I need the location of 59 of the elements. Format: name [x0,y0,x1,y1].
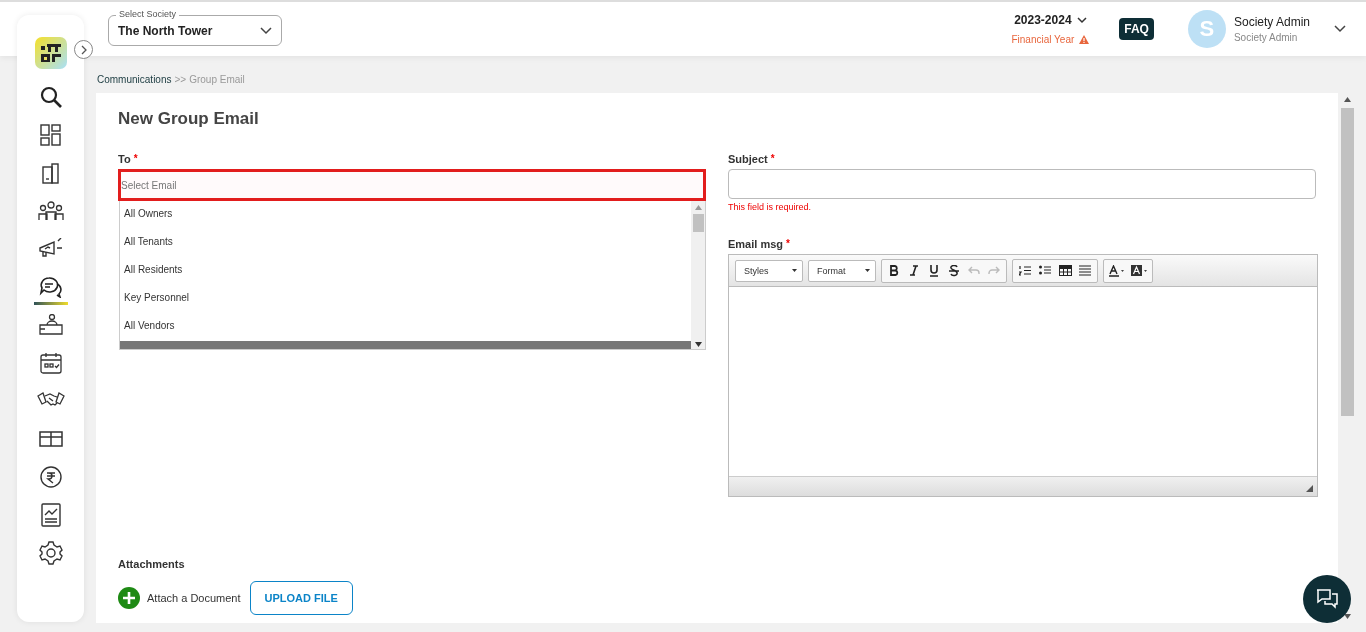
field-label: Email msg [728,238,784,250]
settings-icon [38,540,63,565]
required-mark: * [786,238,790,250]
building-icon [41,161,60,184]
email-select-field[interactable]: Select Email [118,169,706,201]
user-name: Society Admin [1233,15,1310,29]
year-select[interactable]: 2023-2024 [1014,13,1072,27]
scroll-down-icon[interactable] [694,342,702,347]
expand-sidebar-button[interactable] [74,40,93,59]
subject-field[interactable] [728,169,1316,199]
faq-button[interactable]: FAQ [1119,18,1154,40]
email-option[interactable]: Key Personnel [120,285,691,313]
field-label: To [118,153,131,165]
scrollbar-thumb[interactable] [692,214,704,232]
society-select-label: Select Society [116,9,180,20]
financial-year-label: Financial Year [1011,34,1075,45]
chevron-down-icon [260,27,272,35]
error-message: This field is required. [728,202,813,212]
attach-document-link[interactable]: Attach a Document [147,592,241,604]
megaphone-icon [37,237,64,260]
scrollbar[interactable] [691,201,705,349]
email-option[interactable]: All Tenants [120,229,691,257]
add-icon[interactable] [118,587,140,609]
email-option[interactable]: All Owners [120,201,691,229]
chevron-down-icon [1076,16,1087,24]
app-logo[interactable] [34,37,67,69]
reception-icon [37,313,64,336]
scroll-down-icon[interactable] [1343,614,1351,619]
format-dropdown[interactable]: Format [808,259,876,282]
scroll-up-icon[interactable] [1343,97,1351,102]
dashboard-icon [39,123,62,146]
caret-icon [792,269,797,272]
user-role: Society Admin [1233,32,1299,43]
chevron-right-icon [79,44,88,55]
chat-icon [38,275,63,298]
field-label: Subject [728,153,768,165]
scrollbar-thumb[interactable] [1340,108,1354,416]
email-option[interactable]: All Vendors [120,313,691,341]
chat-icon [1315,588,1339,610]
email-option[interactable]: All Residents [120,257,691,285]
section-label: Attachments [118,558,186,570]
people-icon [37,200,64,221]
caret-icon [865,269,870,272]
warning-icon [1079,35,1090,44]
page-title: New Group Email [118,109,260,129]
search-icon [38,84,63,109]
required-mark: * [770,153,775,165]
calendar-icon [39,351,62,374]
required-mark: * [133,153,138,165]
report-chart-icon [40,502,61,527]
breadcrumb-separator: >> [174,74,187,85]
styles-dropdown[interactable]: Styles [735,259,803,282]
rupee-icon [39,465,62,488]
society-name: The North Tower [118,24,213,38]
breadcrumb-link[interactable]: Communications [97,74,172,85]
breadcrumb-current: Group Email [189,74,245,85]
resize-handle-icon[interactable] [1306,485,1313,492]
upload-file-button[interactable]: UPLOAD FILE [249,581,353,615]
chevron-down-icon[interactable] [1334,25,1346,33]
